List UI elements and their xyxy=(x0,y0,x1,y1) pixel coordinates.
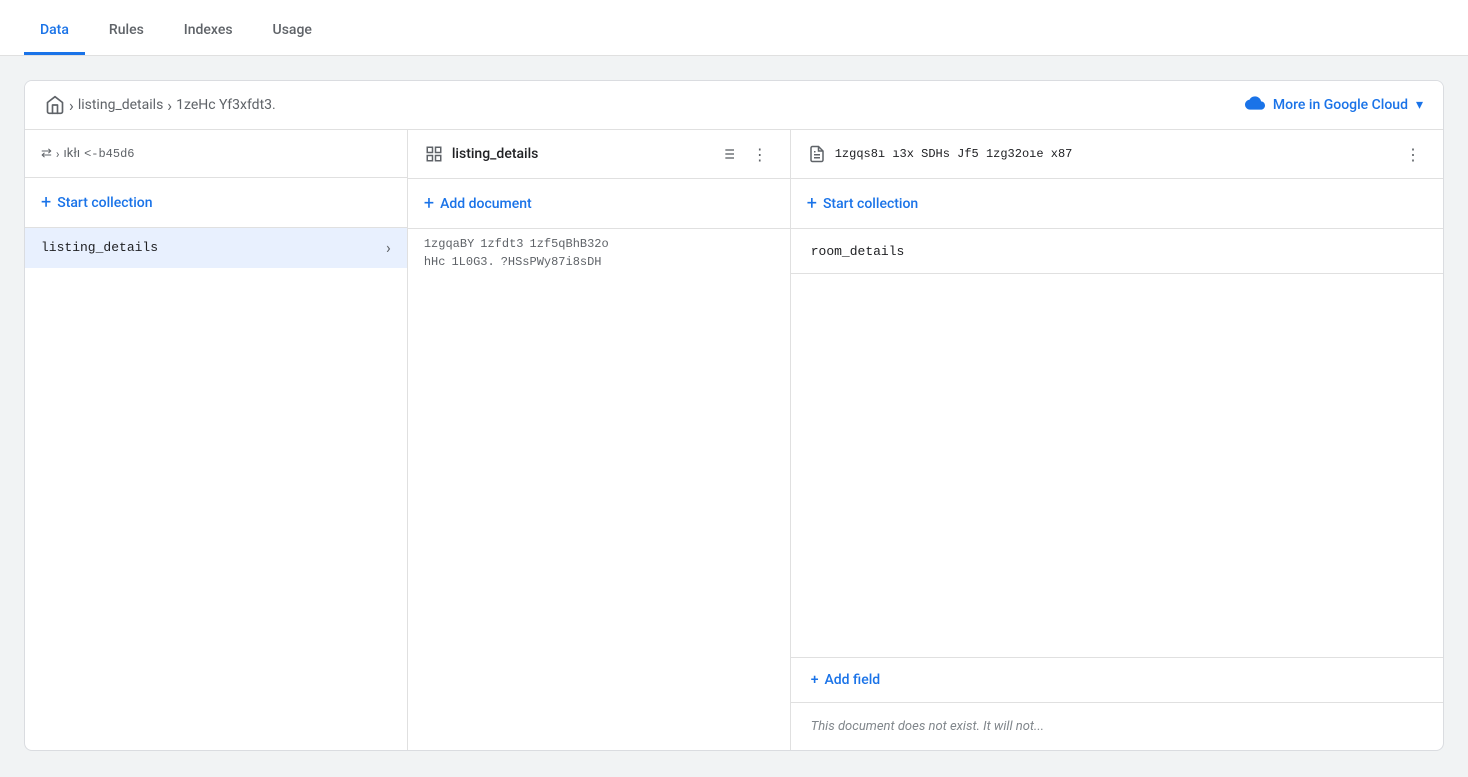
right-doc-path: 1zgqs8ı ı3x SDHs Jf5 1zg32oıe x87 xyxy=(835,147,1391,161)
doc-id-2c: ?HSsPWy87i8sDH xyxy=(501,255,602,269)
middle-col-title: listing_details xyxy=(452,146,706,162)
tab-data[interactable]: Data xyxy=(24,6,85,55)
left-col-header: ⇄ › ıkłı <-b45d6 xyxy=(25,130,407,178)
add-document-btn[interactable]: + Add document xyxy=(408,179,790,229)
collection-icon xyxy=(424,144,444,164)
breadcrumb-left: › listing_details › 1zeHc Yf3xfdt3. xyxy=(45,95,276,115)
left-column: ⇄ › ıkłı <-b45d6 + Start collection list… xyxy=(25,130,408,750)
main-content: › listing_details › 1zeHc Yf3xfdt3. More… xyxy=(0,56,1468,777)
field-name-room-details: room_details xyxy=(811,244,905,259)
cloud-icon xyxy=(1245,93,1265,117)
document-item-1[interactable]: 1zgqaBY 1zfdt3 1zf5qBhB32o hHc 1L0G3. ?H… xyxy=(408,229,790,278)
doc-not-exist-msg: This document does not exist. It will no… xyxy=(791,703,1443,750)
tab-indexes[interactable]: Indexes xyxy=(168,6,249,55)
firestore-panel: › listing_details › 1zeHc Yf3xfdt3. More… xyxy=(24,80,1444,751)
doc-id-1a: 1zgqaBY xyxy=(424,237,474,251)
columns-wrapper: ⇄ › ıkłı <-b45d6 + Start collection list… xyxy=(25,130,1443,750)
start-collection-label-right: Start collection xyxy=(823,196,918,212)
right-spacer xyxy=(791,274,1443,658)
more-in-google-cloud-btn[interactable]: More in Google Cloud ▾ xyxy=(1245,93,1423,117)
doc-id-2b: 1L0G3. xyxy=(451,255,494,269)
start-collection-label-left: Start collection xyxy=(57,195,152,211)
right-col-header: 1zgqs8ı ı3x SDHs Jf5 1zg32oıe x87 ⋮ xyxy=(791,130,1443,179)
doc-id-row-1: 1zgqaBY 1zfdt3 1zf5qBhB32o xyxy=(424,237,774,251)
document-icon xyxy=(807,144,827,164)
left-nav-path: ⇄ › ıkłı <-b45d6 xyxy=(41,146,134,161)
collection-label: listing_details xyxy=(41,240,386,255)
home-icon[interactable] xyxy=(45,95,65,115)
doc-id-2a: hHc xyxy=(424,255,446,269)
add-document-label: Add document xyxy=(440,196,532,212)
doc-id-1b: 1zfdt3 xyxy=(480,237,523,251)
middle-col-header: listing_details ⋮ xyxy=(408,130,790,179)
breadcrumb-sep-2: › xyxy=(167,96,172,115)
breadcrumb-bar: › listing_details › 1zeHc Yf3xfdt3. More… xyxy=(25,81,1443,130)
sort-icon: ⇄ xyxy=(41,146,52,161)
plus-icon-add-field: + xyxy=(811,672,819,688)
start-collection-btn-right[interactable]: + Start collection xyxy=(791,179,1443,229)
tab-usage[interactable]: Usage xyxy=(257,6,328,55)
breadcrumb-collection[interactable]: listing_details xyxy=(78,97,163,113)
middle-header-actions: ⋮ xyxy=(714,140,774,168)
doc-id-row-2: hHc 1L0G3. ?HSsPWy87i8sDH xyxy=(424,255,774,269)
field-room-details: room_details xyxy=(791,229,1443,274)
top-nav: Data Rules Indexes Usage xyxy=(0,0,1468,56)
tab-rules[interactable]: Rules xyxy=(93,6,160,55)
doc-id-1c: 1zf5qBhB32o xyxy=(530,237,609,251)
chevron-down-icon: ▾ xyxy=(1416,97,1423,113)
item-arrow-icon: › xyxy=(386,238,391,257)
nav-path-id: <-b45d6 xyxy=(84,147,134,161)
right-column: 1zgqs8ı ı3x SDHs Jf5 1zg32oıe x87 ⋮ + St… xyxy=(791,130,1443,750)
add-field-label: Add field xyxy=(825,672,881,688)
nav-path-text: ıkłı xyxy=(64,146,81,161)
filter-icon[interactable] xyxy=(714,140,742,168)
plus-icon-right: + xyxy=(807,193,817,214)
middle-column: listing_details ⋮ xyxy=(408,130,791,750)
more-options-icon-middle[interactable]: ⋮ xyxy=(746,140,774,168)
plus-icon-middle: + xyxy=(424,193,434,214)
breadcrumb-sep-1: › xyxy=(69,96,74,115)
add-field-btn[interactable]: + Add field xyxy=(791,658,1443,703)
more-options-icon-right[interactable]: ⋮ xyxy=(1399,140,1427,168)
plus-icon-left: + xyxy=(41,192,51,213)
collection-item-listing-details[interactable]: listing_details › xyxy=(25,228,407,268)
nav-chevron: › xyxy=(56,147,60,161)
start-collection-btn-left[interactable]: + Start collection xyxy=(25,178,407,228)
more-in-cloud-label: More in Google Cloud xyxy=(1273,97,1408,113)
breadcrumb-document[interactable]: 1zeHc Yf3xfdt3. xyxy=(176,97,276,113)
